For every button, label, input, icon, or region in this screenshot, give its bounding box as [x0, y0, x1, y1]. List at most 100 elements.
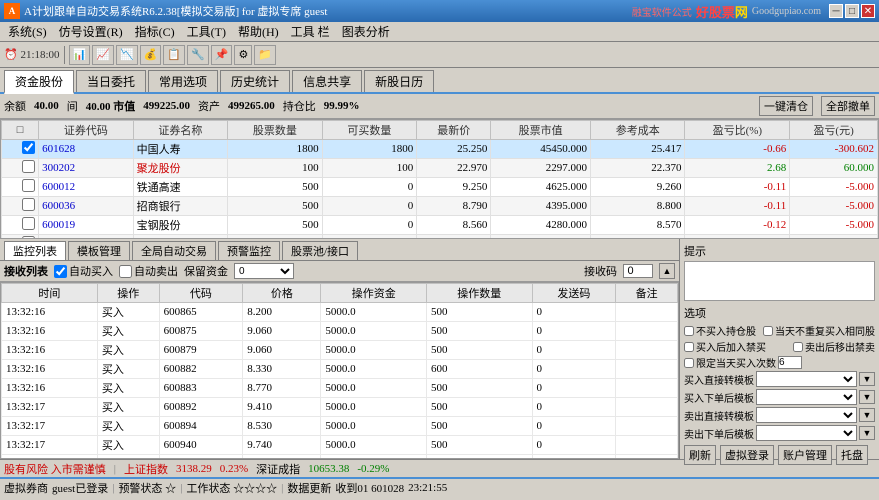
stock-table-row[interactable]: 600036 招商银行 500 0 8.790 4395.000 8.800 -…	[2, 197, 878, 216]
tray-btn[interactable]: 托盘	[836, 445, 868, 465]
reception-table-row[interactable]: 13:32:17买入6009618.2705000.06000	[2, 455, 678, 460]
virtual-login-btn[interactable]: 虚拟登录	[720, 445, 774, 465]
stock-table-row[interactable]: 601628 中国人寿 1800 1800 25.250 45450.000 2…	[2, 140, 878, 159]
sell-direct-select[interactable]	[756, 407, 857, 423]
bottom-tabs: 监控列表 模板管理 全局自动交易 预警监控 股票池/接口	[0, 239, 679, 261]
tab-info-share[interactable]: 信息共享	[292, 70, 362, 92]
menu-chart[interactable]: 图表分析	[336, 21, 396, 42]
position-label: 持仓比	[283, 98, 316, 114]
sell-after-select[interactable]	[756, 425, 857, 441]
buy-after-btn[interactable]: ▼	[859, 390, 875, 404]
options-label: 选项	[684, 305, 875, 321]
menu-tools[interactable]: 工具(T)	[181, 21, 232, 42]
reception-table-row[interactable]: 13:32:17买入6008929.4105000.05000	[2, 398, 678, 417]
hint-box	[684, 261, 875, 301]
menu-system[interactable]: 系统(S)	[2, 21, 53, 42]
reception-table-row[interactable]: 13:32:16买入6008799.0605000.05000	[2, 341, 678, 360]
opt-no-holding-check[interactable]	[684, 326, 694, 336]
buy-direct-select[interactable]	[756, 371, 857, 387]
tab-stock-pool[interactable]: 股票池/接口	[282, 241, 358, 260]
sz-label: 深证成指	[256, 461, 300, 477]
virtual-agent: 虚拟券商	[4, 480, 48, 496]
reception-table-row[interactable]: 13:32:16买入6008658.2005000.05000	[2, 303, 678, 322]
buy-after-select[interactable]	[756, 389, 857, 405]
reception-table-row[interactable]: 13:32:17买入6008948.5305000.05000	[2, 417, 678, 436]
tab-common-options[interactable]: 常用选项	[148, 70, 218, 92]
login-label: guest已登录	[52, 480, 108, 496]
tab-new-stock[interactable]: 新股日历	[364, 70, 434, 92]
main-tabs: 资金股份 当日委托 常用选项 历史统计 信息共享 新股日历	[0, 68, 879, 94]
sell-direct-btn[interactable]: ▼	[859, 408, 875, 422]
rcol-time: 时间	[2, 284, 98, 303]
tab-template-mgr[interactable]: 模板管理	[68, 241, 130, 260]
keep-cash-select[interactable]: 0	[234, 263, 294, 279]
account-mgr-btn[interactable]: 账户管理	[778, 445, 832, 465]
toolbar-btn-4[interactable]: 💰	[140, 45, 162, 65]
menu-settings[interactable]: 仿号设置(R)	[53, 21, 129, 42]
reception-table-row[interactable]: 13:32:16买入6008759.0605000.05000	[2, 322, 678, 341]
opt-add-ban-check[interactable]	[684, 342, 694, 352]
info-row: 余额 40.00 间 40.00 市值 499225.00 资产 499265.…	[0, 94, 879, 119]
reception-table-row[interactable]: 13:32:16买入6008828.3305000.06000	[2, 360, 678, 379]
stock-table-row[interactable]: 600012 铁通高速 500 0 9.250 4625.000 9.260 -…	[2, 178, 878, 197]
refresh-btn[interactable]: 刷新	[684, 445, 716, 465]
bottom-left: 监控列表 模板管理 全局自动交易 预警监控 股票池/接口 接收列表 自动买入 自…	[0, 239, 679, 459]
auto-sell-label[interactable]: 自动卖出	[119, 263, 178, 279]
market-value: 499225.00	[143, 100, 190, 112]
cancel-all-btn[interactable]: 全部撤单	[821, 96, 875, 116]
balance-label: 余额	[4, 98, 26, 114]
bottom-section: 监控列表 模板管理 全局自动交易 预警监控 股票池/接口 接收列表 自动买入 自…	[0, 239, 879, 459]
clear-position-btn[interactable]: 一键清仓	[759, 96, 813, 116]
col-code: 证券代码	[39, 121, 134, 140]
auto-buy-label[interactable]: 自动买入	[54, 263, 113, 279]
data-update: 数据更新	[287, 480, 331, 496]
col-check: □	[2, 121, 39, 140]
toolbar-btn-2[interactable]: 📈	[92, 45, 114, 65]
menu-indicator[interactable]: 指标(C)	[129, 21, 181, 42]
auto-sell-checkbox[interactable]	[119, 265, 132, 278]
limit-buy-count[interactable]	[778, 356, 802, 369]
tab-history-stats[interactable]: 历史统计	[220, 70, 290, 92]
buy-direct-label: 买入直接转模板	[684, 372, 754, 387]
auto-buy-checkbox[interactable]	[54, 265, 67, 278]
option-limit-buy: 限定当天买入次数	[684, 355, 875, 370]
toolbar-btn-7[interactable]: 📌	[211, 45, 233, 65]
menu-toolbar[interactable]: 工具 栏	[285, 21, 336, 42]
close-btn[interactable]: ✕	[861, 4, 875, 18]
maximize-btn[interactable]: □	[845, 4, 859, 18]
stock-table-row[interactable]: 600019 宝钢股份 500 0 8.560 4280.000 8.570 -…	[2, 216, 878, 235]
app-icon: A	[4, 3, 20, 19]
stock-table: □ 证券代码 证券名称 股票数量 可买数量 最新价 股票市值 参考成本 盈亏比(…	[1, 120, 878, 239]
reception-table-row[interactable]: 13:32:17买入6009409.7405000.05000	[2, 436, 678, 455]
buy-direct-btn[interactable]: ▼	[859, 372, 875, 386]
toolbar-btn-1[interactable]: 📊	[69, 45, 91, 65]
reception-table-row[interactable]: 13:32:16买入6008838.7705000.05000	[2, 379, 678, 398]
col-price: 最新价	[417, 121, 491, 140]
tab-capital-shares[interactable]: 资金股份	[4, 70, 74, 94]
buy-after-label: 买入下单后模板	[684, 390, 754, 405]
menu-help[interactable]: 帮助(H)	[232, 21, 285, 42]
toolbar-btn-8[interactable]: ⚙	[234, 45, 252, 65]
opt-limit-buy-check[interactable]	[684, 358, 694, 368]
toolbar-btn-6[interactable]: 🔧	[187, 45, 209, 65]
tab-monitor-list[interactable]: 监控列表	[4, 241, 66, 260]
asset-value: 499265.00	[228, 100, 275, 112]
toolbar-btn-3[interactable]: 📉	[116, 45, 138, 65]
tab-alert-monitor[interactable]: 预警监控	[218, 241, 280, 260]
toolbar-btn-9[interactable]: 📁	[254, 45, 276, 65]
rcol-sendcode: 发送码	[532, 284, 616, 303]
reception-code-up[interactable]: ▲	[659, 263, 675, 279]
tab-daily-orders[interactable]: 当日委托	[76, 70, 146, 92]
logo-url: Goodgupiao.com	[752, 6, 821, 17]
opt-no-repeat-check[interactable]	[763, 326, 773, 336]
tab-global-auto[interactable]: 全局自动交易	[132, 241, 216, 260]
unit-value: 40.00 市值	[86, 98, 136, 114]
stock-table-row[interactable]: 300202 聚龙股份 100 100 22.970 2297.000 22.3…	[2, 159, 878, 178]
reception-code-input[interactable]	[623, 264, 653, 278]
sell-after-btn[interactable]: ▼	[859, 426, 875, 440]
toolbar-btn-5[interactable]: 📋	[163, 45, 185, 65]
auto-sell-text: 自动卖出	[134, 263, 178, 279]
opt-remove-ban-check[interactable]	[793, 342, 803, 352]
sz-change: -0.29%	[357, 463, 389, 475]
minimize-btn[interactable]: ─	[829, 4, 843, 18]
